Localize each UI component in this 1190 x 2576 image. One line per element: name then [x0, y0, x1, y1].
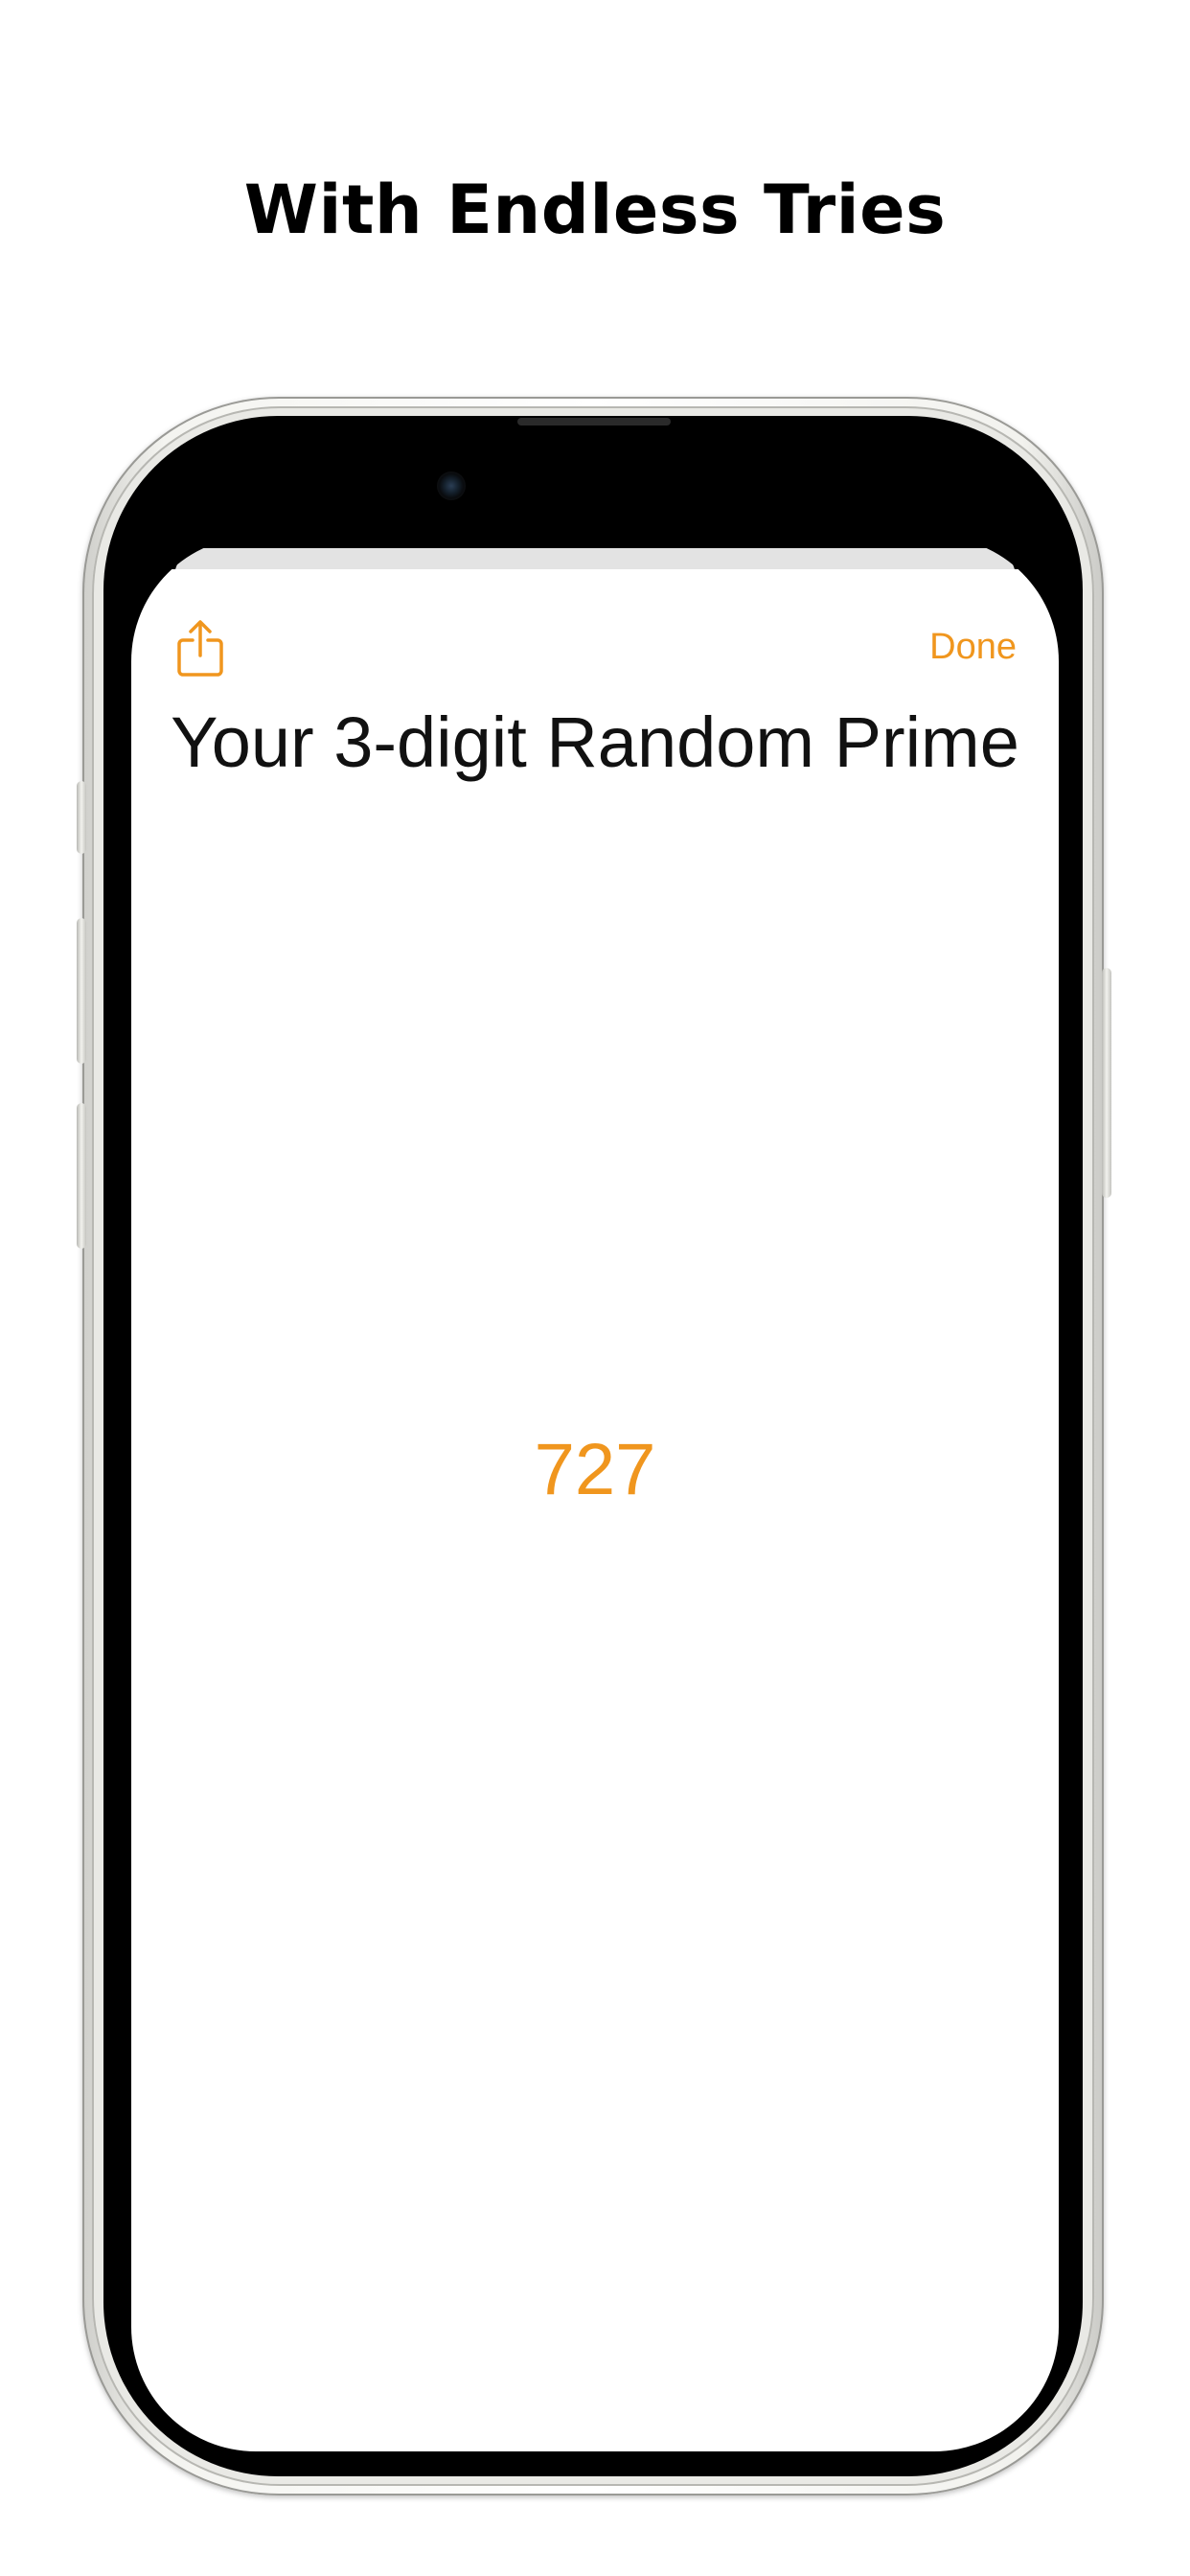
earpiece-speaker	[517, 418, 671, 426]
phone-screen: Done Your 3-digit Random Prime 727	[131, 537, 1059, 2451]
sheet-title: Your 3-digit Random Prime	[171, 702, 1019, 782]
done-button[interactable]: Done	[929, 627, 1017, 668]
volume-up-button	[77, 918, 86, 1064]
promo-headline: With Endless Tries	[243, 171, 947, 249]
share-icon	[177, 620, 223, 677]
volume-down-button	[77, 1103, 86, 1249]
prime-sheet: Done Your 3-digit Random Prime 727	[131, 569, 1059, 2451]
prime-value: 727	[534, 1429, 656, 1510]
front-camera	[437, 472, 466, 500]
share-button[interactable]	[175, 619, 225, 678]
power-button	[1102, 968, 1111, 1198]
mute-switch	[77, 781, 86, 854]
